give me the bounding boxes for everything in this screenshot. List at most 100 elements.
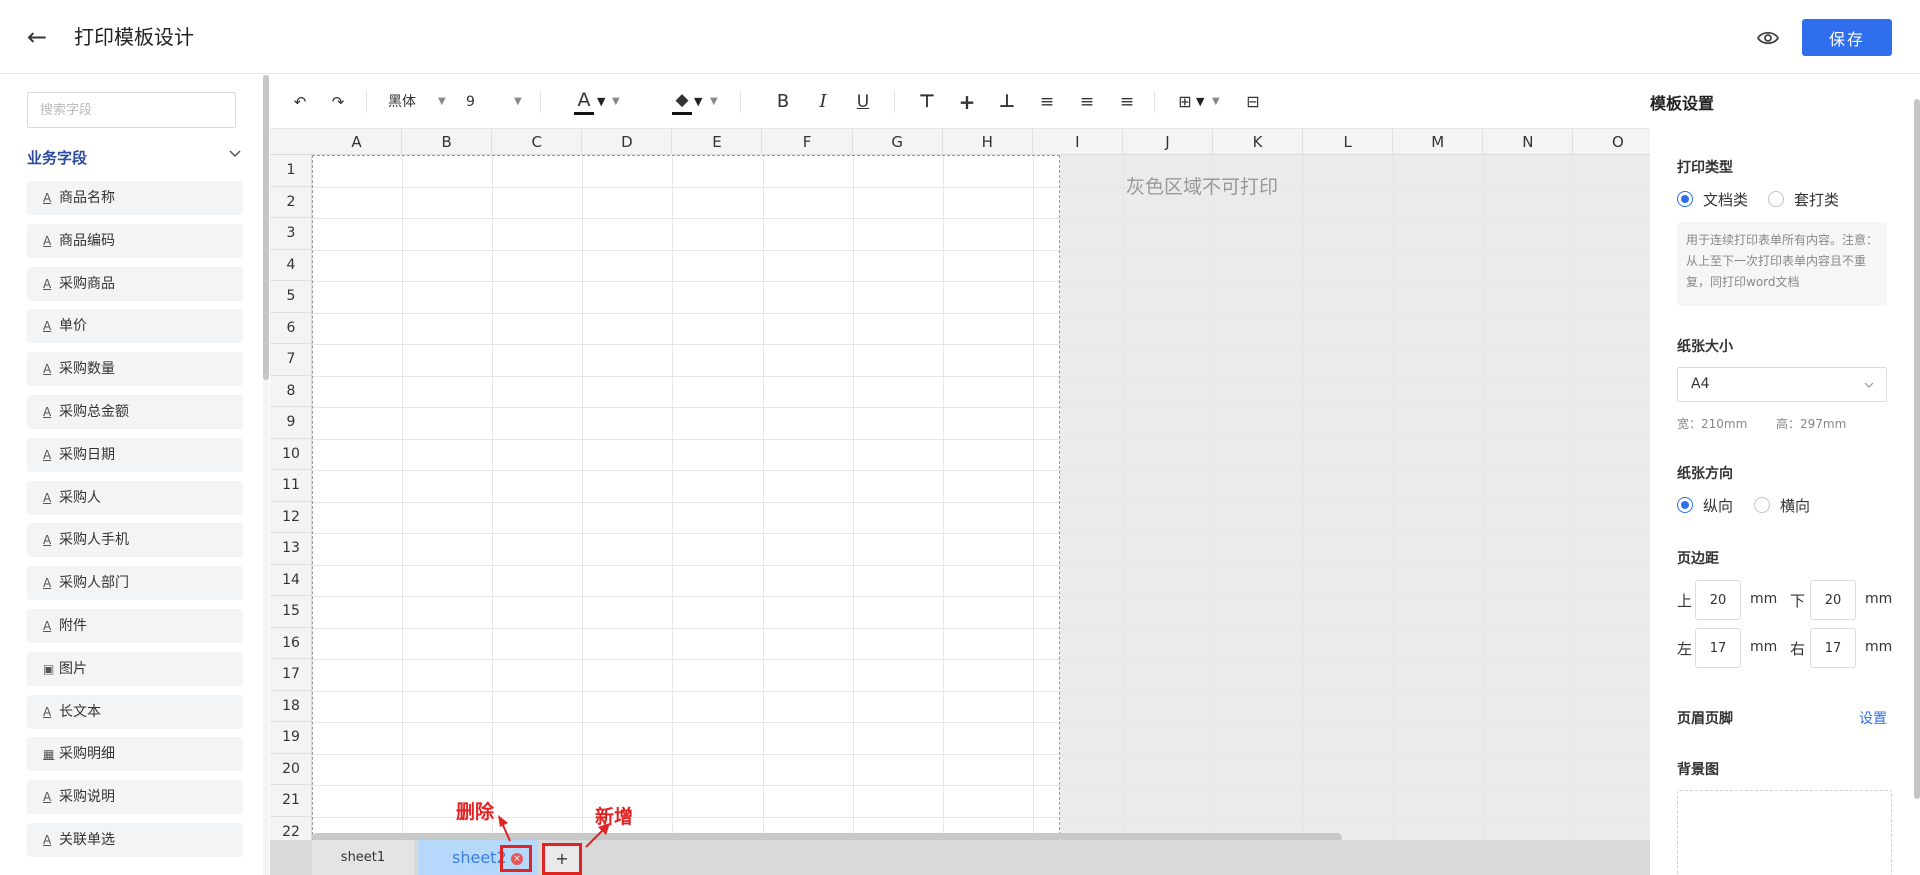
align-left-icon[interactable]: ≡ — [1036, 89, 1058, 115]
field-item[interactable]: A 采购数量 — [27, 352, 243, 387]
row-header[interactable]: 1 — [270, 155, 312, 187]
undo-icon[interactable]: ↶ — [288, 89, 312, 115]
background-image-upload[interactable] — [1677, 790, 1892, 875]
column-header[interactable]: C — [492, 129, 583, 155]
radio-portrait-label[interactable]: 纵向 — [1703, 495, 1733, 516]
row-header[interactable]: 7 — [270, 344, 312, 376]
align-top-icon[interactable]: ⊤ — [916, 89, 938, 115]
field-item[interactable]: A 采购商品 — [27, 266, 243, 301]
margin-right-input[interactable] — [1810, 628, 1856, 668]
border-icon[interactable]: ⊞ — [1174, 89, 1196, 115]
field-item[interactable]: A 关联单选 — [27, 822, 243, 857]
row-header[interactable]: 9 — [270, 407, 312, 439]
spreadsheet-area: ↶ ↷ 黑体 ▼ 9 ▼ A ▼ ▼ ◆ ▼ ▼ B I U ⊤ + ⊥ ≡ ≡… — [270, 75, 1650, 875]
column-header[interactable]: J — [1123, 129, 1213, 155]
delete-sheet-button[interactable]: × — [500, 845, 532, 872]
text-field-icon: A — [43, 191, 52, 205]
column-header[interactable]: I — [1033, 129, 1123, 155]
grid-row-line — [312, 785, 1650, 786]
column-header[interactable]: D — [582, 129, 673, 155]
row-header[interactable]: 20 — [270, 754, 312, 785]
row-header[interactable]: 19 — [270, 722, 312, 754]
row-header[interactable]: 5 — [270, 281, 312, 313]
radio-overlay-type-label[interactable]: 套打类 — [1794, 189, 1839, 210]
row-header[interactable]: 17 — [270, 659, 312, 691]
column-header[interactable]: L — [1303, 129, 1394, 155]
align-right-icon[interactable]: ≡ — [1116, 89, 1138, 115]
radio-landscape-label[interactable]: 横向 — [1780, 495, 1810, 516]
sheet-tab-sheet1[interactable]: sheet1 — [312, 840, 414, 875]
row-header[interactable]: 11 — [270, 470, 312, 502]
italic-button[interactable]: I — [812, 89, 834, 115]
field-item[interactable]: A 商品编码 — [27, 223, 243, 258]
text-color-button[interactable]: A — [574, 89, 594, 115]
bold-button[interactable]: B — [772, 89, 794, 115]
fill-color-icon[interactable]: ◆ — [672, 89, 692, 115]
eye-icon[interactable] — [1756, 26, 1780, 50]
radio-overlay-type[interactable] — [1768, 191, 1784, 207]
row-header[interactable]: 21 — [270, 785, 312, 817]
align-middle-icon[interactable]: + — [956, 89, 978, 115]
margin-top-input[interactable] — [1695, 580, 1741, 620]
caret-down-icon: ▼ — [612, 96, 620, 107]
merge-cells-icon[interactable]: ⊟ — [1242, 89, 1264, 115]
field-item[interactable]: ▣ 图片 — [27, 651, 243, 686]
margin-bottom-input[interactable] — [1810, 580, 1856, 620]
paper-size-select[interactable]: A4 — [1677, 367, 1887, 402]
field-item[interactable]: A 采购总金额 — [27, 394, 243, 429]
field-search-input[interactable] — [27, 92, 236, 128]
field-item[interactable]: A 商品名称 — [27, 181, 243, 215]
business-fields-title[interactable]: 业务字段 — [27, 147, 87, 168]
chevron-down-icon[interactable] — [228, 147, 242, 161]
column-header[interactable]: H — [943, 129, 1033, 155]
field-item[interactable]: A 附件 — [27, 608, 243, 643]
field-item[interactable]: A 单价 — [27, 309, 243, 344]
column-header[interactable]: K — [1213, 129, 1304, 155]
font-family-select[interactable]: 黑体 — [388, 89, 428, 115]
column-header[interactable]: A — [312, 129, 403, 155]
field-item[interactable]: A 采购人部门 — [27, 566, 243, 601]
align-center-icon[interactable]: ≡ — [1076, 89, 1098, 115]
field-item[interactable]: A 采购人手机 — [27, 523, 243, 558]
row-header[interactable]: 4 — [270, 250, 312, 281]
field-item[interactable]: A 采购人 — [27, 480, 243, 515]
back-arrow-icon[interactable]: ← — [24, 24, 50, 50]
row-header[interactable]: 14 — [270, 565, 312, 596]
margin-left-input[interactable] — [1695, 628, 1741, 668]
save-button[interactable]: 保存 — [1802, 19, 1892, 56]
row-header[interactable]: 18 — [270, 691, 312, 722]
right-scrollbar-thumb[interactable] — [1914, 99, 1920, 799]
row-header[interactable]: 10 — [270, 439, 312, 470]
radio-document-type-label[interactable]: 文档类 — [1703, 189, 1748, 210]
left-scrollbar-thumb[interactable] — [263, 75, 269, 380]
row-header[interactable]: 15 — [270, 596, 312, 628]
column-header[interactable]: G — [853, 129, 943, 155]
radio-portrait[interactable] — [1677, 497, 1693, 513]
header-footer-settings-link[interactable]: 设置 — [1859, 708, 1887, 728]
field-item[interactable]: A 采购日期 — [27, 437, 243, 472]
row-header[interactable]: 13 — [270, 533, 312, 565]
font-size-select[interactable]: 9 — [466, 89, 496, 115]
radio-landscape[interactable] — [1754, 497, 1770, 513]
sheet-grid[interactable]: ABCDEFGHIJKLMNO 1 2 3 4 5 6 7 8 9 10 11 12 13 14 15 16 1… — [270, 129, 1650, 840]
column-header[interactable]: M — [1393, 129, 1484, 155]
row-header[interactable]: 8 — [270, 376, 312, 407]
radio-document-type[interactable] — [1677, 191, 1693, 207]
column-header[interactable]: F — [763, 129, 853, 155]
row-header[interactable]: 16 — [270, 628, 312, 659]
redo-icon[interactable]: ↷ — [326, 89, 350, 115]
underline-button[interactable]: U — [852, 89, 874, 115]
field-item[interactable]: ▦ 采购明细 — [27, 737, 243, 772]
column-header[interactable]: N — [1483, 129, 1574, 155]
column-header[interactable]: O — [1573, 129, 1650, 155]
field-item[interactable]: A 采购说明 — [27, 780, 243, 815]
row-header[interactable]: 22 — [270, 817, 312, 841]
row-header[interactable]: 2 — [270, 187, 312, 218]
column-header[interactable]: E — [672, 129, 763, 155]
align-bottom-icon[interactable]: ⊥ — [996, 89, 1018, 115]
row-header[interactable]: 3 — [270, 218, 312, 250]
column-header[interactable]: B — [402, 129, 493, 155]
row-header[interactable]: 6 — [270, 313, 312, 344]
field-item[interactable]: A 长文本 — [27, 694, 243, 729]
row-header[interactable]: 12 — [270, 502, 312, 533]
